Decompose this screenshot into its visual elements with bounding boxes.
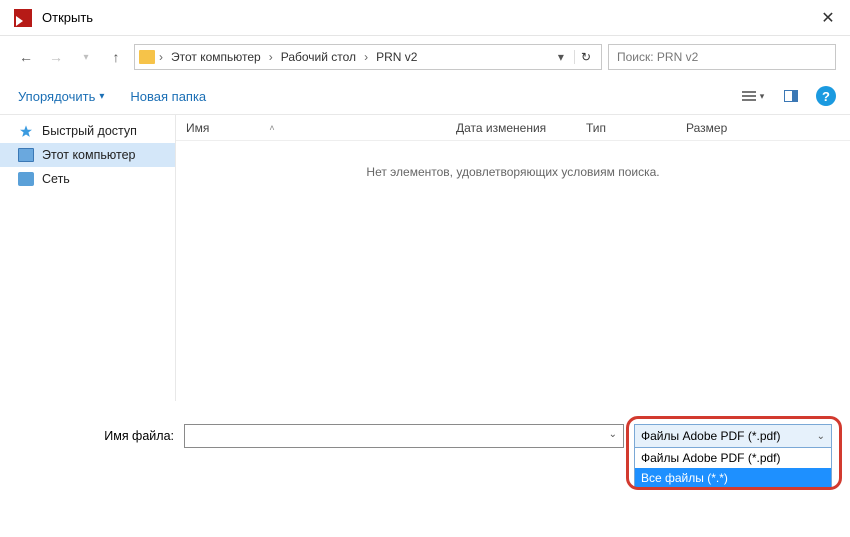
forward-button[interactable]: → bbox=[44, 45, 68, 69]
chevron-icon: › bbox=[269, 50, 273, 64]
new-folder-button[interactable]: Новая папка bbox=[126, 85, 210, 108]
chevron-down-icon: ⌄ bbox=[609, 429, 617, 440]
adobe-icon bbox=[14, 9, 32, 27]
list-icon bbox=[742, 91, 756, 101]
folder-icon bbox=[139, 50, 155, 64]
filename-input[interactable]: ⌄ bbox=[184, 424, 624, 448]
sidebar-item-quick-access[interactable]: Быстрый доступ bbox=[0, 119, 175, 143]
back-button[interactable]: ← bbox=[14, 45, 38, 69]
preview-pane-button[interactable] bbox=[774, 84, 808, 108]
sidebar: Быстрый доступ Этот компьютер Сеть bbox=[0, 115, 176, 401]
column-name[interactable]: Имя ˄ bbox=[176, 117, 446, 139]
chevron-down-icon: ▾ bbox=[760, 91, 765, 102]
sidebar-item-network[interactable]: Сеть bbox=[0, 167, 175, 191]
breadcrumb[interactable]: Рабочий стол bbox=[277, 48, 360, 66]
file-type-option[interactable]: Все файлы (*.*) bbox=[635, 468, 831, 488]
sidebar-item-label: Быстрый доступ bbox=[42, 124, 137, 138]
column-headers: Имя ˄ Дата изменения Тип Размер bbox=[176, 115, 850, 141]
sidebar-item-this-pc[interactable]: Этот компьютер bbox=[0, 143, 175, 167]
filename-row: Имя файла: ⌄ Файлы Adobe PDF (*.pdf) ⌄ Ф… bbox=[0, 424, 850, 489]
sort-caret-icon: ˄ bbox=[269, 123, 274, 133]
breadcrumb[interactable]: Этот компьютер bbox=[167, 48, 265, 66]
file-type-option[interactable]: Файлы Adobe PDF (*.pdf) bbox=[635, 448, 831, 468]
panel-icon bbox=[784, 90, 798, 102]
toolbar: Упорядочить ▾ Новая папка ▾ ? bbox=[0, 78, 850, 115]
empty-message: Нет элементов, удовлетворяющих условиям … bbox=[176, 141, 850, 203]
search-input[interactable]: Поиск: PRN v2 bbox=[608, 44, 836, 70]
dialog-body: Быстрый доступ Этот компьютер Сеть Имя ˄… bbox=[0, 115, 850, 401]
view-mode-button[interactable]: ▾ bbox=[736, 84, 770, 108]
chevron-icon: › bbox=[159, 50, 163, 64]
close-button[interactable]: ✕ bbox=[816, 6, 840, 30]
recent-dropdown[interactable]: ▾ bbox=[74, 45, 98, 69]
file-type-filter: Файлы Adobe PDF (*.pdf) ⌄ Файлы Adobe PD… bbox=[634, 424, 836, 489]
open-file-dialog: Открыть ✕ ← → ▾ ↑ › Этот компьютер › Раб… bbox=[0, 0, 850, 537]
search-placeholder: Поиск: PRN v2 bbox=[617, 50, 698, 64]
sidebar-item-label: Сеть bbox=[42, 172, 70, 186]
organize-button[interactable]: Упорядочить ▾ bbox=[14, 85, 108, 108]
nav-row: ← → ▾ ↑ › Этот компьютер › Рабочий стол … bbox=[0, 36, 850, 78]
titlebar: Открыть ✕ bbox=[0, 0, 850, 36]
file-list-area: Имя ˄ Дата изменения Тип Размер Нет элем… bbox=[176, 115, 850, 401]
chevron-icon: › bbox=[364, 50, 368, 64]
help-button[interactable]: ? bbox=[816, 86, 836, 106]
filename-label: Имя файла: bbox=[14, 424, 174, 443]
computer-icon bbox=[18, 148, 34, 162]
file-type-selected: Файлы Adobe PDF (*.pdf) bbox=[641, 429, 781, 443]
address-bar[interactable]: › Этот компьютер › Рабочий стол › PRN v2… bbox=[134, 44, 602, 70]
breadcrumb[interactable]: PRN v2 bbox=[372, 48, 421, 66]
chevron-down-icon: ⌄ bbox=[817, 431, 825, 442]
up-button[interactable]: ↑ bbox=[104, 45, 128, 69]
chevron-down-icon: ▾ bbox=[99, 91, 104, 102]
dialog-title: Открыть bbox=[42, 10, 93, 25]
file-type-select[interactable]: Файлы Adobe PDF (*.pdf) ⌄ bbox=[634, 424, 832, 448]
column-size[interactable]: Размер bbox=[676, 117, 756, 139]
column-date[interactable]: Дата изменения bbox=[446, 117, 576, 139]
address-dropdown[interactable]: ▾ bbox=[554, 50, 568, 64]
file-type-dropdown: Файлы Adobe PDF (*.pdf) Все файлы (*.*) bbox=[634, 448, 832, 489]
column-type[interactable]: Тип bbox=[576, 117, 676, 139]
network-icon bbox=[18, 172, 34, 186]
star-icon bbox=[18, 124, 34, 138]
refresh-button[interactable]: ↻ bbox=[574, 50, 597, 64]
sidebar-item-label: Этот компьютер bbox=[42, 148, 135, 162]
